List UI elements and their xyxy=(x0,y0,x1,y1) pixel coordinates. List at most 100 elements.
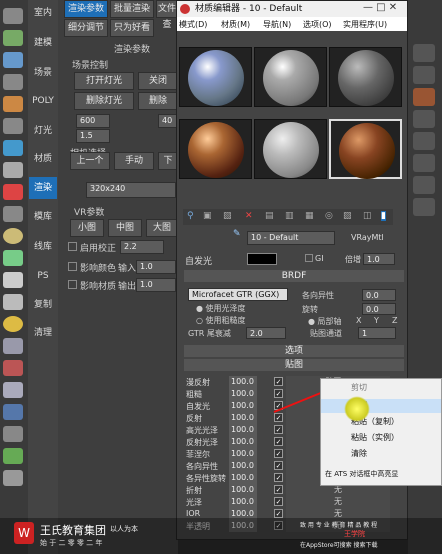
menu-item-highlight-ats[interactable]: 在 ATS 对话框中高亮显 xyxy=(325,467,398,481)
affect-mat-checkbox[interactable] xyxy=(68,280,77,289)
menu-mode[interactable]: 模式(D) xyxy=(179,19,207,30)
toolbar-icon[interactable] xyxy=(3,382,23,398)
map-row-amount[interactable]: 100.0 xyxy=(229,412,257,424)
toolbar-icon[interactable] xyxy=(3,140,23,156)
map-row-amount[interactable]: 100.0 xyxy=(229,376,257,388)
window-controls[interactable]: — □ ✕ xyxy=(363,2,403,13)
map-row-checkbox[interactable]: ✓ xyxy=(274,449,283,458)
menu-utilities[interactable]: 实用程序(U) xyxy=(343,19,387,30)
menu-material[interactable]: 材质(M) xyxy=(221,19,250,30)
next-camera-button[interactable]: 下 xyxy=(158,152,178,170)
tab-subdiv[interactable]: 细分调节 xyxy=(64,19,108,37)
sample-type-icon[interactable] xyxy=(413,44,435,62)
toolbar-icon[interactable] xyxy=(3,470,23,486)
map-row-checkbox[interactable]: ✓ xyxy=(274,509,283,518)
video-check-icon[interactable] xyxy=(413,132,435,150)
get-material-icon[interactable]: ⚲ xyxy=(187,211,194,221)
map-row-amount[interactable]: 100.0 xyxy=(229,496,257,508)
tab-model-lib[interactable]: 模库 xyxy=(29,206,57,228)
sample-slot[interactable] xyxy=(179,119,252,179)
background-icon[interactable] xyxy=(413,88,435,106)
effects-icon[interactable]: ◎ xyxy=(325,211,333,221)
close-light-button[interactable]: 关闭 xyxy=(138,72,178,90)
tab-render[interactable]: 渲染 xyxy=(29,177,57,199)
map-row-amount[interactable]: 100.0 xyxy=(229,400,257,412)
toolbar-icon[interactable] xyxy=(3,404,23,420)
tab-line-lib[interactable]: 线库 xyxy=(29,236,57,258)
affect-color-checkbox[interactable] xyxy=(68,262,77,271)
unique-icon[interactable]: ▥ xyxy=(285,211,294,221)
sample-slot[interactable] xyxy=(329,47,402,107)
map-row-amount[interactable]: 100.0 xyxy=(229,424,257,436)
toolbar-icon[interactable] xyxy=(3,96,23,112)
delete-light-button[interactable]: 删除灯光 xyxy=(74,92,134,110)
map-row-checkbox[interactable]: ✓ xyxy=(274,437,283,446)
toolbar-icon[interactable] xyxy=(3,250,23,266)
small-image-button[interactable]: 小图 xyxy=(70,219,104,237)
toolbar-icon[interactable] xyxy=(3,74,23,90)
map-channel-input[interactable]: 1 xyxy=(358,327,396,339)
reset-icon[interactable]: ✕ xyxy=(245,211,253,221)
tab-poly[interactable]: POLY xyxy=(29,90,57,112)
show-map-icon[interactable]: ▨ xyxy=(343,211,352,221)
menu-options[interactable]: 选项(O) xyxy=(303,19,332,30)
map-row-checkbox[interactable]: ✓ xyxy=(274,497,283,506)
sample-slot[interactable] xyxy=(254,47,327,107)
show-end-icon[interactable]: ◫ xyxy=(363,211,372,221)
options-icon[interactable] xyxy=(413,176,435,194)
rotation-input[interactable]: 0.0 xyxy=(362,303,396,315)
output-gamma[interactable]: 1.0 xyxy=(136,278,176,292)
make-preview-icon[interactable] xyxy=(413,154,435,172)
tab-cleanup[interactable]: 清理 xyxy=(29,322,57,344)
toolbar-icon[interactable] xyxy=(3,30,23,46)
map-row-amount[interactable]: 100.0 xyxy=(229,448,257,460)
toolbar-icon[interactable] xyxy=(3,206,23,222)
sphere-icon[interactable] xyxy=(3,228,23,244)
toolbar-icon[interactable] xyxy=(3,8,23,24)
menu-navigation[interactable]: 导航(N) xyxy=(263,19,291,30)
axis-x[interactable]: X xyxy=(356,316,361,325)
sun-icon[interactable] xyxy=(3,316,23,332)
local-axis-radio[interactable]: ● 局部轴 xyxy=(308,316,342,327)
map-row-amount[interactable]: 100.0 xyxy=(229,460,257,472)
assign-icon[interactable]: ▧ xyxy=(223,211,232,221)
options-rollout[interactable]: 选项 xyxy=(184,345,404,357)
map-row-amount[interactable]: 100.0 xyxy=(229,472,257,484)
aniso-input[interactable]: 0.0 xyxy=(362,289,396,301)
library-icon[interactable]: ▦ xyxy=(305,211,314,221)
manual-button[interactable]: 手动 xyxy=(114,152,154,170)
toolbar-icon[interactable] xyxy=(3,118,23,134)
material-name-field[interactable]: 10 - Default xyxy=(247,231,335,245)
self-illum-color[interactable] xyxy=(247,253,277,265)
use-rough-radio[interactable]: ○ 使用粗糙度 xyxy=(196,315,246,326)
map-row-amount[interactable]: 100.0 xyxy=(229,388,257,400)
open-light-button[interactable]: 打开灯光 xyxy=(74,72,134,90)
tab-room[interactable]: 室内 xyxy=(29,2,57,24)
medium-image-button[interactable]: 中图 xyxy=(108,219,142,237)
tab-ps[interactable]: PS xyxy=(29,265,57,287)
sample-slot[interactable] xyxy=(179,47,252,107)
brdf-type-select[interactable]: Microfacet GTR (GGX) xyxy=(188,288,288,301)
tab-material[interactable]: 材质 xyxy=(29,148,57,170)
map-row-slot[interactable]: 无 xyxy=(286,496,390,508)
menu-item-copy[interactable]: 复制 xyxy=(321,399,441,413)
map-row-checkbox[interactable]: ✓ xyxy=(274,461,283,470)
toolbar-icon[interactable] xyxy=(3,162,23,178)
toolbar-icon[interactable] xyxy=(3,272,23,288)
gi-checkbox[interactable] xyxy=(305,254,313,262)
tab-render-params[interactable]: 渲染参数 xyxy=(64,0,108,18)
toolbar-icon[interactable] xyxy=(3,52,23,68)
tab-file[interactable]: 文件查 xyxy=(156,0,178,30)
material-type-button[interactable]: VRayMtl xyxy=(351,233,384,242)
enable-checkbox[interactable] xyxy=(68,242,77,251)
prev-camera-button[interactable]: 上一个 xyxy=(70,152,110,170)
menu-item-cut[interactable]: 剪切 xyxy=(351,381,367,395)
gtr-tail-input[interactable]: 2.0 xyxy=(246,327,286,339)
sample-slot-active[interactable] xyxy=(329,119,402,179)
copy-icon[interactable]: ▤ xyxy=(265,211,274,221)
use-gloss-radio[interactable]: ● 使用光泽度 xyxy=(196,303,246,314)
select-by-material-icon[interactable] xyxy=(413,198,435,216)
width-input[interactable]: 600 xyxy=(76,114,110,128)
toolbar-icon[interactable] xyxy=(3,360,23,376)
uv-tiling-icon[interactable] xyxy=(413,110,435,128)
